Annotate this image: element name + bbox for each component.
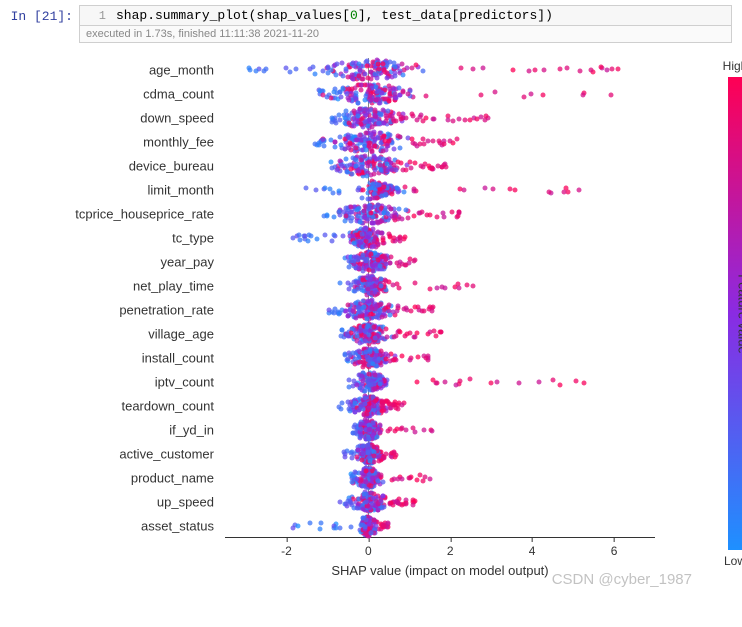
code-text: shap.summary_plot(shap_values[0], test_d… (116, 8, 553, 23)
colorbar-high: High (723, 59, 742, 73)
cell-prompt: In [21]: (8, 5, 79, 24)
shap-row (225, 154, 655, 178)
feature-label: down_speed (140, 111, 214, 126)
colorbar: High Low Feature value (718, 59, 742, 568)
code-cell: In [21]: 1 shap.summary_plot(shap_values… (0, 0, 742, 43)
feature-label: monthly_fee (143, 135, 214, 150)
x-tick: 0 (365, 544, 372, 558)
feature-label: village_age (148, 327, 214, 342)
x-tick: 6 (611, 544, 618, 558)
colorbar-low: Low (724, 554, 742, 568)
shap-row (225, 82, 655, 106)
shap-row (225, 130, 655, 154)
x-axis-title: SHAP value (impact on model output) (225, 563, 655, 578)
feature-label: up_speed (157, 495, 214, 510)
code-input[interactable]: 1 shap.summary_plot(shap_values[0], test… (79, 5, 732, 26)
shap-row (225, 226, 655, 250)
feature-label: product_name (131, 471, 214, 486)
execution-info: executed in 1.73s, finished 11:11:38 202… (79, 26, 732, 43)
shap-row (225, 322, 655, 346)
shap-row (225, 442, 655, 466)
shap-row (225, 514, 655, 538)
feature-label: limit_month (148, 183, 214, 198)
plot-area: SHAP value (impact on model output) -202… (225, 58, 655, 568)
feature-label: cdma_count (143, 87, 214, 102)
feature-label: net_play_time (133, 279, 214, 294)
feature-label: penetration_rate (119, 303, 214, 318)
colorbar-label: Feature value (735, 274, 742, 354)
shap-row (225, 394, 655, 418)
shap-row (225, 418, 655, 442)
x-tick: 4 (529, 544, 536, 558)
feature-label: teardown_count (121, 399, 214, 414)
shap-row (225, 298, 655, 322)
feature-label: active_customer (119, 447, 214, 462)
feature-labels: age_month cdma_count down_speed monthly_fee… (30, 58, 220, 568)
shap-summary-plot: age_month cdma_count down_speed monthly_fee… (30, 53, 712, 608)
x-tick: -2 (281, 544, 292, 558)
code-area: 1 shap.summary_plot(shap_values[0], test… (79, 5, 732, 43)
feature-label: if_yd_in (169, 423, 214, 438)
shap-row (225, 370, 655, 394)
feature-label: asset_status (141, 519, 214, 534)
feature-label: tc_type (172, 231, 214, 246)
shap-row (225, 202, 655, 226)
shap-row (225, 58, 655, 82)
line-number: 1 (86, 9, 106, 23)
feature-label: iptv_count (155, 375, 214, 390)
shap-row (225, 178, 655, 202)
shap-row (225, 274, 655, 298)
feature-label: install_count (142, 351, 214, 366)
shap-row (225, 490, 655, 514)
feature-label: age_month (149, 63, 214, 78)
feature-label: device_bureau (129, 159, 214, 174)
feature-label: year_pay (161, 255, 214, 270)
shap-row (225, 250, 655, 274)
shap-row (225, 466, 655, 490)
shap-row (225, 106, 655, 130)
feature-label: tcprice_houseprice_rate (75, 207, 214, 222)
x-tick: 2 (447, 544, 454, 558)
shap-row (225, 346, 655, 370)
